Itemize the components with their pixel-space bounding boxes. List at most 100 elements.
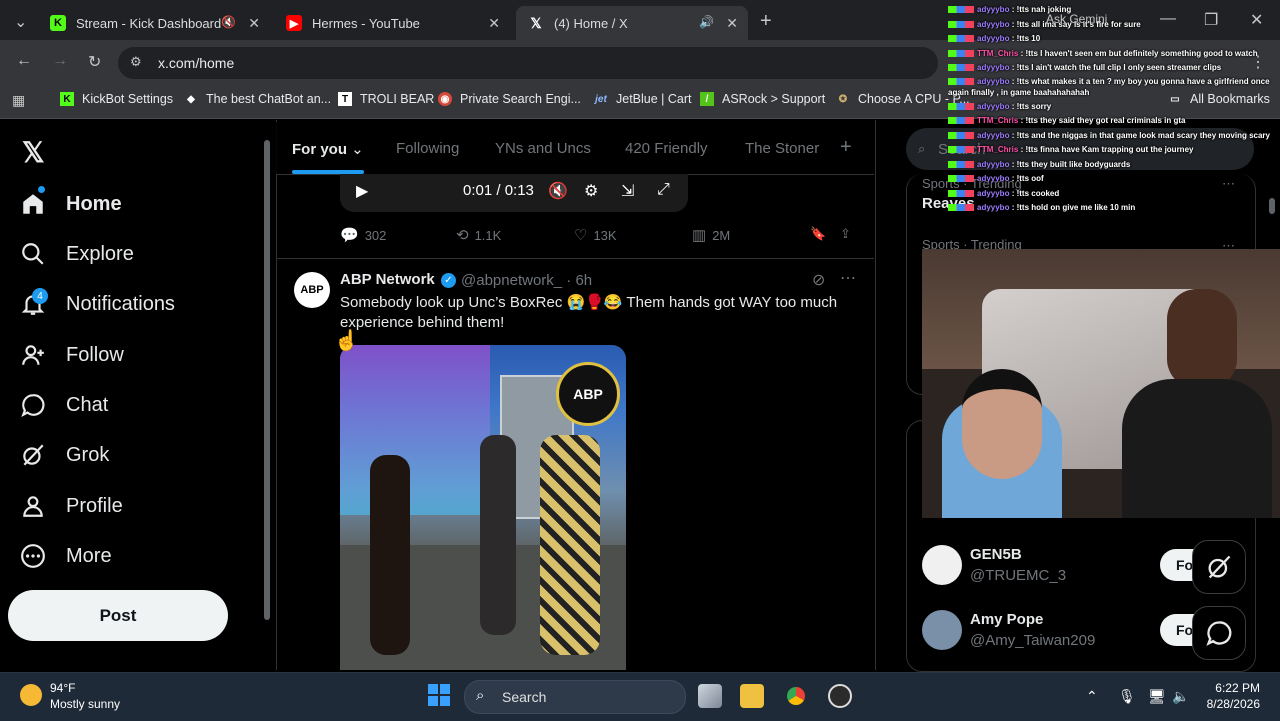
- file-explorer-icon[interactable]: [740, 684, 764, 708]
- chat-line: adyyybo : !tts all ima say is it's fire …: [948, 18, 1280, 33]
- microphone-icon[interactable]: 🎙: [1118, 688, 1136, 705]
- sun-icon[interactable]: [20, 684, 42, 706]
- nav-profile[interactable]: Profile: [20, 486, 123, 526]
- left-scrollbar[interactable]: [262, 124, 272, 668]
- bookmark-troli-bear[interactable]: T TROLI BEAR: [338, 92, 434, 106]
- heart-icon: ♡: [574, 227, 588, 244]
- bookmark-jetblue[interactable]: jet JetBlue | Cart: [594, 92, 691, 106]
- chat-badges: [948, 20, 974, 28]
- grok-float-button[interactable]: [1192, 540, 1246, 594]
- chrome-icon[interactable]: [784, 684, 808, 708]
- tab-search-chevron-icon[interactable]: ⌄: [14, 12, 27, 32]
- speaker-icon[interactable]: 🔊: [699, 15, 714, 29]
- bookmark-private-search[interactable]: ◉ Private Search Engi...: [438, 92, 581, 106]
- reply-action[interactable]: 💬 302: [340, 226, 386, 244]
- task-view-icon[interactable]: [698, 684, 722, 708]
- tab-x-home[interactable]: 𝕏 (4) Home / X 🔊 ✕: [516, 6, 748, 40]
- nav-label: Profile: [66, 494, 123, 517]
- avatar[interactable]: [922, 610, 962, 650]
- tab-yns-and-uncs[interactable]: YNs and Uncs: [495, 140, 591, 157]
- muted-speaker-icon[interactable]: 🔇: [221, 15, 236, 29]
- site-info-icon[interactable]: ⚙: [130, 54, 142, 70]
- tab-following[interactable]: Following: [396, 140, 459, 157]
- cpu-icon: ✪: [838, 93, 848, 105]
- chat-user: TTM_Chris: [977, 116, 1019, 125]
- tweet-handle[interactable]: @abpnetwork_ · 6h: [461, 272, 592, 289]
- close-tab-icon[interactable]: ✕: [248, 15, 260, 32]
- person-icon: [20, 493, 46, 519]
- views-action[interactable]: ▥ 2M: [692, 226, 730, 244]
- follow-name[interactable]: Amy Pope: [970, 611, 1043, 628]
- nav-label: More: [66, 544, 112, 567]
- chat-user: adyyybo: [977, 5, 1010, 14]
- settings-gear-icon[interactable]: ⚙: [584, 181, 598, 201]
- ask-gemini-button[interactable]: Ask Gemini: [1046, 12, 1107, 26]
- weather-temp[interactable]: 94°F: [50, 681, 75, 695]
- follow-handle[interactable]: @TRUEMC_3: [970, 567, 1066, 584]
- tab-420-friendly[interactable]: 420 Friendly: [625, 140, 708, 157]
- nav-chat[interactable]: Chat: [20, 385, 108, 425]
- reload-icon[interactable]: ↻: [88, 52, 101, 72]
- tab-for-you[interactable]: For you ⌄: [292, 140, 364, 158]
- clock-date[interactable]: 8/28/2026: [1190, 697, 1260, 711]
- chat-line: TTM_Chris : !tts I haven't seen em but d…: [948, 47, 1280, 62]
- x-logo-icon[interactable]: 𝕏: [22, 136, 45, 169]
- post-button[interactable]: Post: [8, 590, 228, 641]
- avatar[interactable]: [922, 545, 962, 585]
- weather-condition[interactable]: Mostly sunny: [50, 697, 120, 711]
- tab-the-stoner[interactable]: The Stoner: [745, 140, 819, 157]
- bookmark-chatbot[interactable]: ◆ The best ChatBot an...: [184, 92, 331, 106]
- chat-msg: !tts finna have Kam trapping out the jou…: [1025, 145, 1194, 154]
- muted-icon[interactable]: 🔇: [548, 181, 568, 201]
- address-bar[interactable]: [118, 47, 938, 79]
- back-icon[interactable]: ←: [16, 52, 32, 70]
- video-scene-person: [540, 435, 600, 655]
- more-options-icon[interactable]: ⋯: [840, 268, 856, 288]
- chevron-down-icon: ⌄: [351, 141, 364, 158]
- tweet-author[interactable]: ABP Network: [340, 271, 435, 288]
- abp-avatar[interactable]: ABP: [294, 272, 330, 308]
- obs-icon[interactable]: [828, 684, 852, 708]
- tab-youtube[interactable]: ▶ Hermes - YouTube ✕: [274, 6, 510, 40]
- messages-float-button[interactable]: [1192, 606, 1246, 660]
- bookmark-icon[interactable]: 🔖: [810, 226, 826, 242]
- network-icon[interactable]: 🖥: [1148, 688, 1166, 705]
- nav-home[interactable]: Home: [20, 184, 122, 224]
- search-icon: ⌕: [476, 687, 485, 704]
- tab-title: Stream - Kick Dashboard: [76, 15, 222, 31]
- close-tab-icon[interactable]: ✕: [726, 15, 738, 32]
- tab-kick-dashboard[interactable]: K Stream - Kick Dashboard 🔇 ✕: [38, 6, 270, 40]
- play-icon[interactable]: ▶: [356, 181, 368, 201]
- grok-icon: [1208, 555, 1231, 579]
- more-circle-icon: [20, 543, 46, 569]
- nav-explore[interactable]: Explore: [20, 234, 134, 274]
- repost-action[interactable]: ⟲ 1.1K: [456, 226, 501, 244]
- follow-name[interactable]: GEN5B: [970, 546, 1022, 563]
- taskbar-search[interactable]: [464, 680, 686, 714]
- tab-label: For you: [292, 141, 347, 158]
- chat-badges: [948, 6, 974, 14]
- bookmark-asrock[interactable]: / ASRock > Support: [700, 92, 825, 106]
- url-text[interactable]: x.com/home: [158, 55, 234, 71]
- fullscreen-icon[interactable]: ⤢: [657, 181, 670, 199]
- follow-handle[interactable]: @Amy_Taiwan209: [970, 632, 1095, 649]
- add-tab-icon[interactable]: +: [840, 136, 852, 159]
- scrollbar-thumb[interactable]: [264, 140, 270, 620]
- volume-icon[interactable]: 🔈: [1172, 688, 1189, 705]
- apps-grid-icon[interactable]: ▦: [12, 92, 25, 109]
- grok-icon[interactable]: ⊘: [812, 270, 825, 290]
- forward-icon[interactable]: →: [52, 52, 68, 70]
- pip-icon[interactable]: ⇲: [621, 181, 634, 201]
- chat-msg: !tts sorry: [1016, 101, 1052, 111]
- clock-time[interactable]: 6:22 PM: [1200, 681, 1260, 695]
- nav-more[interactable]: More: [20, 536, 112, 576]
- like-action[interactable]: ♡ 13K: [574, 226, 617, 244]
- share-icon[interactable]: ⇪: [840, 226, 851, 242]
- new-tab-icon[interactable]: +: [760, 10, 772, 33]
- windows-start-icon[interactable]: [428, 684, 450, 706]
- nav-grok[interactable]: Grok: [20, 435, 109, 475]
- nav-follow[interactable]: Follow: [20, 335, 124, 375]
- bookmark-kickbot[interactable]: K KickBot Settings: [60, 92, 173, 106]
- close-tab-icon[interactable]: ✕: [488, 15, 500, 32]
- show-hidden-icons[interactable]: ⌃: [1086, 688, 1098, 705]
